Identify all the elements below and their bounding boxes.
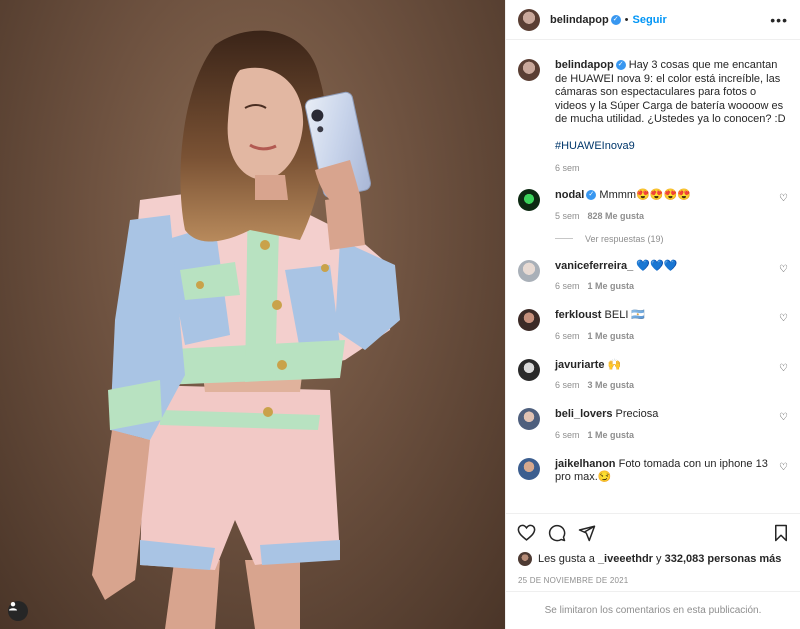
liker-username[interactable]: _iveeethdr bbox=[598, 553, 653, 565]
comment-like-heart-icon[interactable]: ♡ bbox=[779, 462, 788, 473]
comment-item: nodal ✓ Mmmm😍😍😍😍 5 sem 828 Me gusta ♡ bbox=[518, 189, 788, 221]
comment-likes[interactable]: 3 Me gusta bbox=[588, 380, 635, 390]
comment-item: jaikelhanon Foto tomada con un iphone 13… bbox=[518, 457, 788, 485]
commenter-avatar[interactable] bbox=[518, 189, 540, 211]
comment-like-heart-icon[interactable]: ♡ bbox=[779, 193, 788, 204]
comments-list[interactable]: belindapop ✓ Hay 3 cosas que me encantan … bbox=[506, 40, 800, 513]
comment-text: 💙💙💙 bbox=[636, 259, 678, 272]
view-replies-button[interactable]: Ver respuestas (19) bbox=[555, 234, 788, 244]
comment-username[interactable]: jaikelhanon bbox=[555, 458, 616, 470]
view-replies-label[interactable]: Ver respuestas (19) bbox=[585, 234, 664, 244]
comments-limited-notice: Se limitaron los comentarios en esta pub… bbox=[506, 591, 800, 629]
comment-text: BELI 🇦🇷 bbox=[604, 309, 646, 321]
comment-time[interactable]: 5 sem bbox=[555, 211, 580, 221]
replies-divider bbox=[555, 238, 573, 239]
caption-hashtag[interactable]: #HUAWEInova9 bbox=[555, 140, 788, 154]
caption-username[interactable]: belindapop bbox=[555, 59, 614, 71]
comment-like-heart-icon[interactable]: ♡ bbox=[779, 412, 788, 423]
likes-count[interactable]: 332,083 personas más bbox=[665, 553, 782, 565]
author-avatar[interactable] bbox=[518, 59, 540, 81]
comment-likes[interactable]: 1 Me gusta bbox=[588, 331, 635, 341]
comment-time[interactable]: 6 sem bbox=[555, 331, 580, 341]
verified-badge-icon: ✓ bbox=[610, 14, 621, 25]
bookmark-icon[interactable] bbox=[773, 524, 789, 542]
share-icon[interactable] bbox=[578, 524, 596, 542]
comment-username[interactable]: ferkloust bbox=[555, 309, 601, 321]
comment-time[interactable]: 6 sem bbox=[555, 380, 580, 390]
separator-dot: • bbox=[624, 13, 629, 26]
comment-icon[interactable] bbox=[548, 524, 566, 542]
author-username[interactable]: belindapop bbox=[550, 14, 609, 26]
verified-badge-icon: ✓ bbox=[586, 190, 597, 201]
caption: belindapop ✓ Hay 3 cosas que me encantan … bbox=[518, 59, 788, 173]
commenter-avatar[interactable] bbox=[518, 259, 540, 282]
comment-time[interactable]: 6 sem bbox=[555, 281, 580, 291]
user-tag-icon[interactable] bbox=[8, 601, 28, 621]
likes-prefix: Les gusta a bbox=[538, 553, 595, 565]
photo-illustration: ✿ bbox=[92, 30, 400, 629]
post-side-panel: belindapop ✓ • Seguir ••• belindapop ✓ Ha… bbox=[505, 0, 800, 629]
comment-item: javuriarte 🙌 6 sem 3 Me gusta ♡ bbox=[518, 358, 788, 390]
commenter-avatar[interactable] bbox=[518, 309, 540, 331]
comment-like-heart-icon[interactable]: ♡ bbox=[779, 264, 788, 275]
comment-username[interactable]: beli_lovers bbox=[555, 408, 612, 420]
commenter-avatar[interactable] bbox=[518, 408, 540, 430]
comment-likes[interactable]: 1 Me gusta bbox=[588, 281, 635, 291]
likes-summary: Les gusta a _iveeethdr y 332,083 persona… bbox=[518, 552, 788, 566]
likes-middle: y bbox=[656, 553, 662, 565]
post-actions-bar bbox=[506, 513, 800, 551]
more-icon[interactable]: ••• bbox=[770, 13, 788, 27]
caption-time[interactable]: 6 sem bbox=[555, 163, 788, 173]
comment-like-heart-icon[interactable]: ♡ bbox=[779, 363, 788, 374]
follow-button[interactable]: Seguir bbox=[633, 14, 667, 26]
comment-item: vaniceferreira_ 💙💙💙 6 sem 1 Me gusta ♡ bbox=[518, 259, 788, 291]
post-date[interactable]: 25 DE NOVIEMBRE DE 2021 bbox=[518, 576, 628, 585]
heart-icon[interactable] bbox=[517, 524, 536, 541]
commenter-avatar[interactable] bbox=[518, 358, 540, 381]
comment-username[interactable]: nodal bbox=[555, 189, 584, 201]
comment-text: Mmmm😍😍😍😍 bbox=[599, 189, 691, 201]
comment-username[interactable]: vaniceferreira_ bbox=[555, 260, 633, 272]
comment-text: 🙌 bbox=[607, 358, 622, 371]
comment-likes[interactable]: 1 Me gusta bbox=[588, 430, 635, 440]
comment-item: beli_lovers Preciosa 6 sem 1 Me gusta ♡ bbox=[518, 408, 788, 440]
comment-username[interactable]: javuriarte bbox=[555, 359, 605, 371]
comment-time[interactable]: 6 sem bbox=[555, 430, 580, 440]
liker-avatar[interactable] bbox=[518, 552, 532, 566]
post-photo[interactable]: ✿ bbox=[0, 0, 505, 629]
post-header: belindapop ✓ • Seguir ••• bbox=[506, 0, 800, 40]
comment-item: ferkloust BELI 🇦🇷 6 sem 1 Me gusta ♡ bbox=[518, 309, 788, 341]
verified-badge-icon: ✓ bbox=[615, 60, 626, 71]
comment-likes[interactable]: 828 Me gusta bbox=[588, 211, 645, 221]
comment-text: Preciosa bbox=[615, 408, 659, 420]
comment-like-heart-icon[interactable]: ♡ bbox=[779, 313, 788, 324]
commenter-avatar[interactable] bbox=[518, 457, 540, 480]
author-avatar[interactable] bbox=[518, 8, 540, 31]
